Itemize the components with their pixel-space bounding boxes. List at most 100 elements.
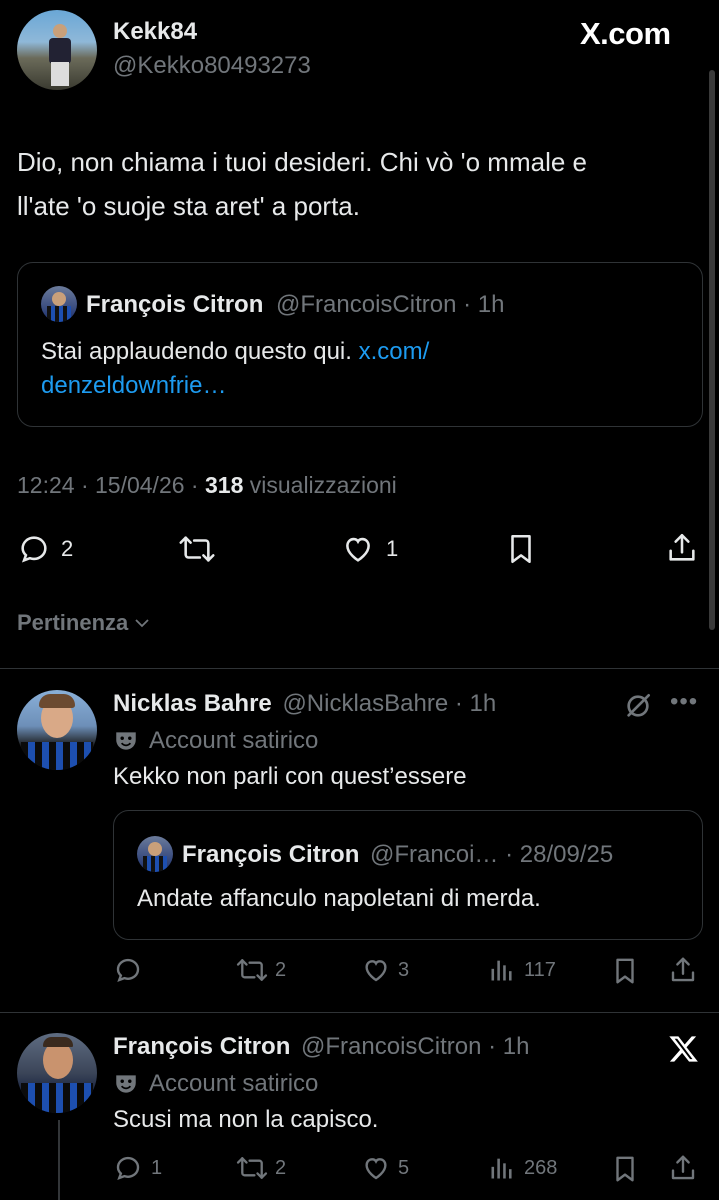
views-chart-icon <box>488 955 516 985</box>
views-count[interactable]: 318 <box>205 472 243 498</box>
post-time: 12:24 <box>17 472 75 498</box>
theater-mask-icon <box>113 728 139 754</box>
reply-quote-author-name: François Citron <box>182 841 360 868</box>
satire-badge-label: Account satirico <box>149 727 319 754</box>
quote-time: · 1h <box>463 291 505 318</box>
repost-icon <box>177 532 217 566</box>
reply-views-count: 117 <box>524 958 556 981</box>
chevron-down-icon <box>132 613 152 633</box>
heart-icon <box>360 955 392 985</box>
bookmark-icon <box>610 1153 640 1185</box>
reply-count: 2 <box>61 536 74 561</box>
reply-author-handle[interactable]: @FrancoisCitron <box>301 1033 481 1060</box>
like-button[interactable]: 1 <box>340 532 398 566</box>
reply-quote-time: · 28/09/25 <box>505 841 614 868</box>
reply-reply-button[interactable] <box>113 955 153 985</box>
reply-share-button[interactable] <box>668 954 698 991</box>
share-icon <box>668 954 698 986</box>
reply-author-avatar[interactable] <box>17 1033 97 1113</box>
post-text: Dio, non chiama i tuoi desideri. Chi vò … <box>17 140 587 228</box>
grok-icon <box>622 690 654 722</box>
satire-badge: Account satirico <box>113 727 318 755</box>
like-count: 1 <box>386 536 399 561</box>
satire-badge-label: Account satirico <box>149 1070 319 1097</box>
reply-repost-count: 2 <box>275 1156 287 1179</box>
author-avatar[interactable] <box>17 10 97 90</box>
x-com-watermark: X.com <box>580 16 671 51</box>
share-icon <box>665 530 699 566</box>
sort-label: Pertinenza <box>17 610 129 635</box>
views-chart-icon <box>488 1153 516 1183</box>
thread-line <box>58 1120 60 1200</box>
share-button[interactable] <box>665 530 699 571</box>
reply-author-avatar[interactable] <box>17 690 97 770</box>
reply-bookmark-button[interactable] <box>610 955 640 992</box>
satire-badge: Account satirico <box>113 1070 318 1098</box>
bookmark-icon <box>610 955 640 987</box>
quote-link-continued[interactable]: denzeldownfrie… <box>41 372 226 399</box>
more-options-icon[interactable]: ••• <box>670 688 698 716</box>
reply-bookmark-button[interactable] <box>610 1153 640 1190</box>
quote-link[interactable]: x.com/ <box>359 338 430 365</box>
reply-like-button[interactable]: 3 <box>360 955 409 985</box>
bookmark-icon <box>504 531 538 567</box>
reply-reply-button[interactable]: 1 <box>113 1153 162 1183</box>
quote-author-avatar <box>41 286 77 322</box>
reply-header: Nicklas Bahre @NicklasBahre · 1h <box>113 690 496 718</box>
post-date: · 15/04/26 · <box>80 472 199 498</box>
reply-like-button[interactable]: 5 <box>360 1153 409 1183</box>
sort-dropdown[interactable]: Pertinenza <box>17 610 152 636</box>
quote-text: Stai applaudendo questo qui. x.com/ denz… <box>41 335 429 403</box>
divider <box>0 668 719 669</box>
reply-repost-button[interactable]: 2 <box>235 955 286 985</box>
reply-quote-header: François Citron @Francoi… · 28/09/25 <box>182 841 613 869</box>
reply-reply-count: 1 <box>151 1156 163 1179</box>
reply-header: François Citron @FrancoisCitron · 1h <box>113 1033 529 1061</box>
reply-author-handle[interactable]: @NicklasBahre <box>282 690 448 717</box>
quote-author-handle: @FrancoisCitron <box>276 291 457 318</box>
author-name[interactable]: Kekk84 <box>113 18 197 46</box>
quote-author-name: François Citron <box>86 291 264 318</box>
reply-button[interactable]: 2 <box>17 532 73 566</box>
post-text-line: ll'ate 'o suoje sta aret' a porta. <box>17 191 360 221</box>
reply-like-count: 3 <box>398 958 410 981</box>
quote-text-content: Stai applaudendo questo qui. <box>41 338 352 365</box>
reply-like-count: 5 <box>398 1156 410 1179</box>
divider <box>0 1012 719 1013</box>
repost-button[interactable] <box>177 532 217 571</box>
share-icon <box>668 1152 698 1184</box>
reply-quote-author-avatar <box>137 836 173 872</box>
x-logo-icon <box>668 1033 700 1065</box>
reply-repost-button[interactable]: 2 <box>235 1153 286 1183</box>
heart-icon <box>340 532 376 566</box>
reply-text: Kekko non parli con quest’essere <box>113 763 467 790</box>
reply-views-count: 268 <box>524 1156 558 1179</box>
heart-icon <box>360 1153 392 1183</box>
reply-views-button[interactable]: 117 <box>488 955 556 985</box>
reply-share-button[interactable] <box>668 1152 698 1189</box>
reply-author-name[interactable]: Nicklas Bahre <box>113 690 272 717</box>
reply-text: Scusi ma non la capisco. <box>113 1106 379 1133</box>
reply-quote-author-handle: @Francoi… <box>370 841 499 868</box>
reply-time: · 1h <box>488 1033 530 1060</box>
reply-quoted-post-card[interactable]: François Citron @Francoi… · 28/09/25 And… <box>113 810 703 940</box>
scrollbar[interactable] <box>709 70 715 630</box>
reply-time: · 1h <box>454 690 497 717</box>
post-text-line: Dio, non chiama i tuoi desideri. Chi vò … <box>17 147 588 177</box>
post-meta: 12:24 · 15/04/26 · 318 visualizzazioni <box>17 472 397 499</box>
reply-icon <box>17 532 51 566</box>
reply-icon <box>113 955 143 985</box>
repost-icon <box>235 955 269 985</box>
reply-repost-count: 2 <box>275 958 287 981</box>
reply-quote-text: Andate affanculo napoletani di merda. <box>137 885 541 912</box>
bookmark-button[interactable] <box>504 531 538 572</box>
reply-icon <box>113 1153 143 1183</box>
author-handle[interactable]: @Kekko80493273 <box>113 52 311 80</box>
quoted-post-card[interactable]: François Citron @FrancoisCitron · 1h Sta… <box>17 262 703 427</box>
views-label: visualizzazioni <box>249 472 397 498</box>
repost-icon <box>235 1153 269 1183</box>
quote-header: François Citron @FrancoisCitron · 1h <box>86 291 504 319</box>
reply-author-name[interactable]: François Citron <box>113 1033 290 1060</box>
reply-views-button[interactable]: 268 <box>488 1153 557 1183</box>
grok-button[interactable] <box>622 690 654 727</box>
